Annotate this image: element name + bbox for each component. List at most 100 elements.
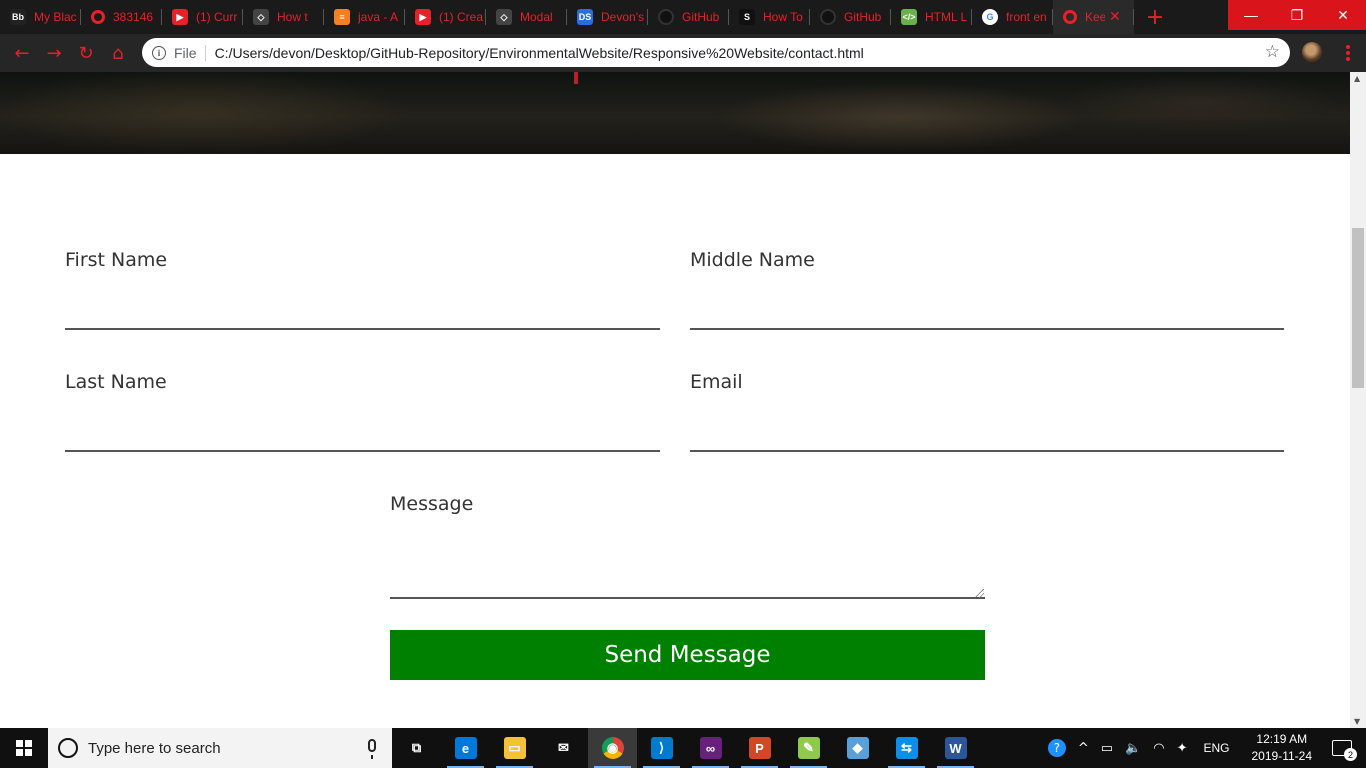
close-tab-icon[interactable]: ✕ — [1109, 9, 1121, 25]
hero-forest-image — [0, 72, 1350, 154]
email-label: Email — [690, 371, 743, 393]
snipping-icon: ◆ — [846, 737, 869, 759]
reload-button[interactable]: ↻ — [70, 37, 102, 69]
start-button[interactable] — [0, 728, 48, 768]
resize-grip-icon[interactable] — [975, 589, 984, 598]
browser-tab[interactable]: DS Devon's — [567, 0, 648, 34]
last-name-field: Last Name — [65, 371, 660, 454]
vscode-icon: ⟩ — [650, 737, 673, 759]
browser-tab[interactable]: GitHub — [648, 0, 729, 34]
tab-title: My Blac — [34, 10, 77, 24]
profile-avatar[interactable] — [1302, 42, 1322, 62]
browser-tab[interactable]: S How To — [729, 0, 810, 34]
email-input[interactable] — [690, 420, 1284, 452]
minimize-button[interactable]: — — [1228, 0, 1274, 30]
forward-button[interactable]: → — [38, 37, 70, 69]
opera-o-icon — [1063, 10, 1077, 24]
tab-title: 383146 — [113, 10, 154, 24]
opera-o-icon — [91, 10, 105, 24]
bookmark-star-icon[interactable]: ☆ — [1265, 42, 1280, 62]
tab-title: Kee — [1085, 10, 1105, 24]
tray-chevron-icon[interactable]: ^ — [1078, 741, 1089, 756]
taskbar-visual-studio-button[interactable]: ∞ — [686, 728, 735, 768]
browser-tab[interactable]: ▶ (1) Curr — [162, 0, 243, 34]
edge-icon: e — [454, 737, 477, 759]
volume-icon[interactable]: 🔈 — [1125, 741, 1141, 756]
file-explorer-icon: ▭ — [503, 737, 526, 759]
browser-tab[interactable]: GitHub — [810, 0, 891, 34]
browser-tab[interactable]: Bb My Blac — [0, 0, 81, 34]
browser-tab[interactable]: ≡ java - A — [324, 0, 405, 34]
taskbar-powerpoint-button[interactable]: P — [735, 728, 784, 768]
taskbar-edge-button[interactable]: e — [441, 728, 490, 768]
taskbar-snipping-button[interactable]: ◆ — [833, 728, 882, 768]
browser-tab[interactable]: ◇ How t — [243, 0, 324, 34]
new-tab-button[interactable]: + — [1140, 0, 1170, 34]
tab-title: (1) Curr — [196, 10, 238, 24]
teamviewer-icon: ⇆ — [895, 737, 918, 759]
browser-tab[interactable]: Gfront en — [972, 0, 1053, 34]
help-icon[interactable]: ? — [1047, 739, 1066, 757]
message-label: Message — [390, 493, 474, 515]
tab-title: How t — [277, 10, 308, 24]
stackoverflow-icon: ≡ — [334, 9, 350, 25]
scroll-up-arrow-icon[interactable]: ▲ — [1354, 74, 1360, 83]
first-name-field: First Name — [65, 249, 660, 332]
tab-title: Modal — [520, 10, 553, 24]
scroll-thumb[interactable] — [1352, 228, 1364, 388]
ds-icon: DS — [577, 9, 593, 25]
restore-button[interactable]: ❐ — [1274, 0, 1320, 30]
wifi-icon[interactable]: ◠ — [1153, 741, 1164, 756]
page-scrollbar[interactable]: ▲ ▼ — [1350, 72, 1366, 728]
send-message-button[interactable]: Send Message — [390, 630, 985, 680]
taskbar-notepad-plus-button[interactable]: ✎ — [784, 728, 833, 768]
taskbar-chrome-button[interactable]: ◉ — [588, 728, 637, 768]
url-text[interactable]: C:/Users/devon/Desktop/GitHub-Repository… — [215, 45, 864, 61]
taskbar-word-button[interactable]: W — [931, 728, 980, 768]
youtube-icon: ▶ — [415, 9, 431, 25]
home-button[interactable]: ⌂ — [102, 37, 134, 69]
browser-tab[interactable]: 383146 — [81, 0, 162, 34]
last-name-input[interactable] — [65, 420, 660, 452]
taskbar-task-view-button[interactable]: ⧉ — [392, 728, 441, 768]
taskbar-vscode-button[interactable]: ⟩ — [637, 728, 686, 768]
search-placeholder: Type here to search — [88, 739, 221, 757]
taskbar-search-box[interactable]: Type here to search — [48, 728, 392, 768]
info-icon[interactable]: i — [152, 45, 166, 60]
dropbox-icon[interactable]: ✦ — [1177, 741, 1188, 756]
language-indicator[interactable]: ENG — [1203, 741, 1229, 755]
task-view-icon: ⧉ — [405, 737, 428, 759]
back-button[interactable]: ← — [6, 37, 38, 69]
message-textarea[interactable] — [390, 531, 985, 599]
browser-menu-icon[interactable] — [1338, 42, 1358, 64]
tab-title: Devon's — [601, 10, 644, 24]
first-name-label: First Name — [65, 249, 168, 271]
address-bar[interactable]: i File C:/Users/devon/Desktop/GitHub-Rep… — [142, 38, 1290, 67]
battery-icon[interactable]: ▭ — [1101, 741, 1113, 756]
back-arrow-icon: ← — [14, 42, 30, 64]
middle-name-input[interactable] — [690, 298, 1284, 330]
clock[interactable]: 12:19 AM 2019-11-24 — [1252, 731, 1313, 765]
tab-title: GitHub — [682, 10, 720, 24]
last-name-label: Last Name — [65, 371, 167, 393]
taskbar-teamviewer-button[interactable]: ⇆ — [882, 728, 931, 768]
home-icon: ⌂ — [112, 42, 124, 64]
browser-tab-strip: Bb My Blac 383146 ▶ (1) Curr ◇ How t ≡ java - A ▶… — [0, 0, 1366, 34]
first-name-input[interactable] — [65, 298, 660, 330]
notification-count: 2 — [1344, 748, 1357, 761]
taskbar-file-explorer-button[interactable]: ▭ — [490, 728, 539, 768]
browser-tab[interactable]: ◇ Modal — [486, 0, 567, 34]
message-field: Message — [390, 493, 985, 600]
codepen-icon: ◇ — [253, 9, 269, 25]
close-window-button[interactable]: ✕ — [1320, 0, 1366, 30]
action-center-icon[interactable]: 2 — [1332, 740, 1357, 761]
browser-tab[interactable]: Kee ✕ — [1053, 0, 1134, 34]
mail-icon: ✉ — [552, 737, 575, 759]
browser-tab[interactable]: ▶ (1) Crea — [405, 0, 486, 34]
microphone-icon[interactable] — [368, 739, 376, 759]
scroll-down-arrow-icon[interactable]: ▼ — [1354, 717, 1360, 726]
taskbar-mail-button[interactable]: ✉ — [539, 728, 588, 768]
windows-taskbar: Type here to search ⧉ e ▭ ✉ ◉ ⟩ ∞ P ✎ ◆ ⇆ W ? ^ ▭ 🔈… — [0, 728, 1366, 768]
reload-icon: ↻ — [78, 42, 94, 64]
browser-tab[interactable]: </> HTML L — [891, 0, 972, 34]
